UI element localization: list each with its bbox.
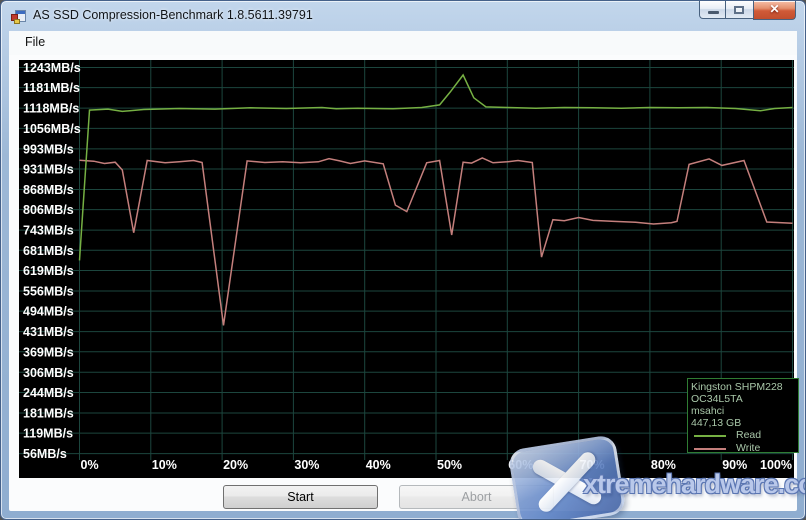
svg-text:50%: 50% [437,458,462,472]
start-button[interactable]: Start [223,485,378,509]
svg-text:931MB/s: 931MB/s [23,162,74,176]
maximize-icon [734,6,744,14]
svg-text:369MB/s: 369MB/s [23,345,74,359]
legend-label: Read [736,429,761,441]
svg-text:30%: 30% [294,458,319,472]
svg-text:56MB/s: 56MB/s [23,447,67,461]
title-bar[interactable]: AS SSD Compression-Benchmark 1.8.5611.39… [1,1,805,31]
legend-device: Kingston SHPM228 [691,381,798,393]
svg-text:619MB/s: 619MB/s [23,264,74,278]
app-window: AS SSD Compression-Benchmark 1.8.5611.39… [0,0,806,520]
svg-text:1056MB/s: 1056MB/s [23,122,81,136]
chart-canvas: 1243MB/s 1181MB/s 1118MB/s 1056MB/s 993MB/s 9… [19,60,794,478]
caption-buttons: ✕ [699,1,796,20]
read-line-sample [694,435,726,437]
watermark-text: xtremehardware.com [583,469,806,500]
menu-bar: File [9,31,797,55]
benchmark-chart: 1243MB/s 1181MB/s 1118MB/s 1056MB/s 993MB/s 9… [19,60,794,478]
minimize-icon [708,11,719,14]
window-title: AS SSD Compression-Benchmark 1.8.5611.39… [33,8,313,22]
svg-text:1243MB/s: 1243MB/s [23,61,81,75]
svg-text:556MB/s: 556MB/s [23,284,74,298]
legend-capacity: 447,13 GB [691,417,798,429]
write-line-sample [694,448,726,450]
legend-firmware: OC34L5TA [691,393,798,405]
svg-text:244MB/s: 244MB/s [23,386,74,400]
svg-text:10%: 10% [152,458,177,472]
legend-entry-read: Read [691,429,798,442]
svg-text:119MB/s: 119MB/s [23,427,73,441]
svg-text:1181MB/s: 1181MB/s [23,81,80,95]
svg-text:743MB/s: 743MB/s [23,224,74,238]
legend-driver: msahci [691,405,798,417]
svg-text:0%: 0% [81,458,99,472]
client-area: File 1243MB/s 1181MB/s 1118MB/s 1056MB/s 993… [9,31,797,511]
legend-label: Write [736,442,760,453]
chart-legend: Kingston SHPM228 OC34L5TA msahci 447,13 … [687,378,799,453]
svg-text:40%: 40% [366,458,391,472]
svg-text:20%: 20% [223,458,248,472]
svg-text:181MB/s: 181MB/s [23,406,74,420]
svg-text:494MB/s: 494MB/s [23,305,74,319]
svg-text:868MB/s: 868MB/s [23,183,74,197]
svg-text:306MB/s: 306MB/s [23,366,74,380]
svg-text:1118MB/s: 1118MB/s [23,102,79,116]
svg-text:993MB/s: 993MB/s [23,142,74,156]
minimize-button[interactable] [699,1,726,19]
maximize-button[interactable] [726,1,753,19]
legend-entry-write: Write [691,442,798,453]
svg-text:681MB/s: 681MB/s [23,244,74,258]
close-button[interactable]: ✕ [753,1,796,20]
app-icon [11,9,27,25]
menu-item-file[interactable]: File [18,31,52,53]
svg-text:431MB/s: 431MB/s [23,325,74,339]
svg-text:806MB/s: 806MB/s [23,203,74,217]
